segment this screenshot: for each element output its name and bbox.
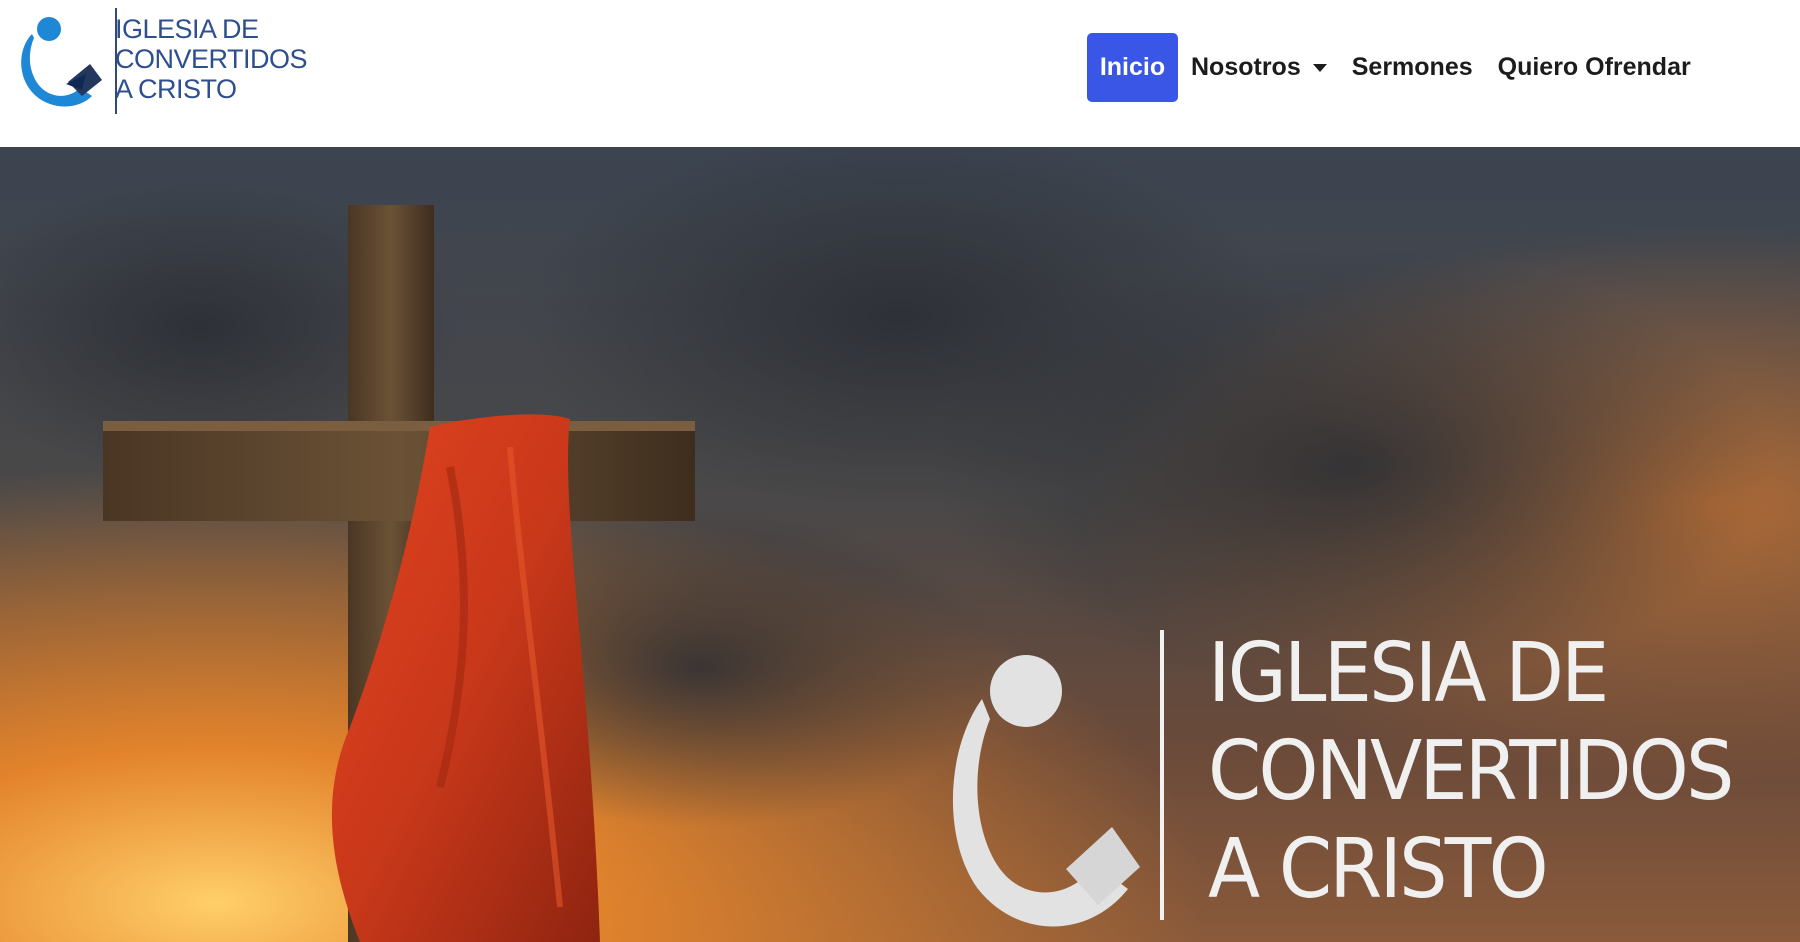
hero-title: IGLESIA DE CONVERTIDOS A CRISTO <box>1208 625 1757 919</box>
hero-title-line-3: A CRISTO <box>1208 822 1549 917</box>
chevron-down-icon <box>1312 63 1327 72</box>
nav-item-sermones[interactable]: Sermones <box>1352 33 1473 102</box>
brand-line-2: CONVERTIDOS <box>115 44 308 74</box>
hero-logo-divider <box>1160 630 1164 920</box>
brand-logo-link[interactable]: IGLESIA DE CONVERTIDOS A CRISTO <box>12 8 312 118</box>
hero-title-line-2: CONVERTIDOS <box>1208 724 1734 819</box>
nav-item-quiero-ofrendar[interactable]: Quiero Ofrendar <box>1498 33 1691 102</box>
main-nav: Inicio Nosotros Sermones Quiero Ofrendar <box>1087 33 1691 102</box>
brand-line-1: IGLESIA DE <box>115 14 259 44</box>
hero-title-line-1: IGLESIA DE <box>1208 626 1609 721</box>
nav-item-nosotros-label: Nosotros <box>1191 53 1301 81</box>
nav-item-nosotros[interactable]: Nosotros <box>1191 33 1327 102</box>
church-logo-icon <box>21 17 102 107</box>
brand-line-3: A CRISTO <box>115 74 237 104</box>
hero-banner: IGLESIA DE CONVERTIDOS A CRISTO <box>0 147 1800 942</box>
nav-item-inicio[interactable]: Inicio <box>1087 33 1178 102</box>
navbar: IGLESIA DE CONVERTIDOS A CRISTO Inicio N… <box>0 0 1800 147</box>
church-logo-watermark-icon <box>952 655 1140 927</box>
brand-name: IGLESIA DE CONVERTIDOS A CRISTO <box>115 14 325 104</box>
